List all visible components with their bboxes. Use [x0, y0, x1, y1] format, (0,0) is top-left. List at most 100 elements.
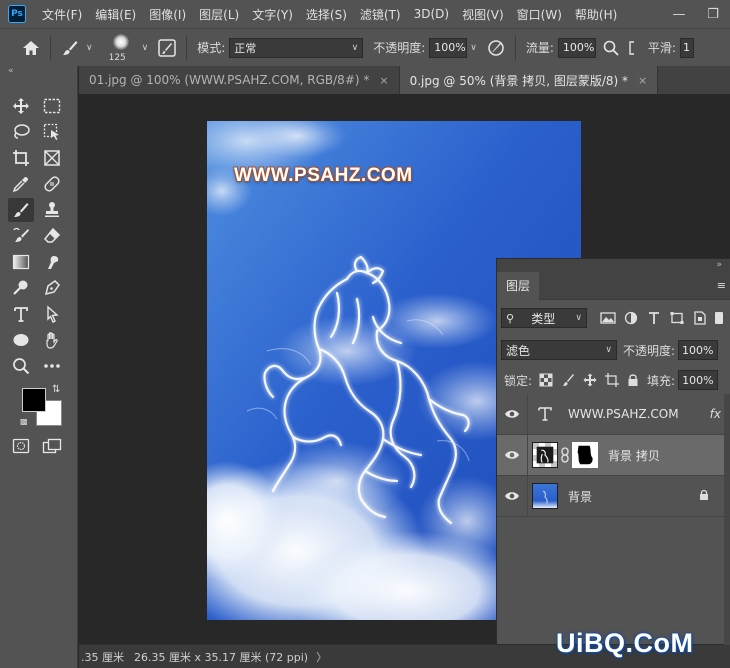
- type-tool[interactable]: [8, 302, 34, 326]
- panel-menu-icon[interactable]: ≡: [717, 279, 726, 292]
- menu-select[interactable]: 选择(S): [306, 6, 347, 23]
- menu-filter[interactable]: 滤镜(T): [360, 6, 401, 23]
- clone-stamp-tool[interactable]: [39, 198, 65, 222]
- chevron-down-icon[interactable]: ∨: [86, 43, 93, 53]
- minimize-button[interactable]: —: [662, 0, 696, 28]
- ellipse-tool[interactable]: [8, 328, 34, 352]
- lock-position-icon[interactable]: [583, 373, 597, 387]
- status-menu-arrow[interactable]: 〉: [316, 649, 327, 665]
- gradient-tool[interactable]: [8, 250, 34, 274]
- layers-scrollbar[interactable]: [724, 394, 730, 645]
- healing-brush-tool[interactable]: [39, 172, 65, 196]
- layer-list: WWW.PSAHZ.COM fx 背景 拷贝 背景: [497, 393, 725, 517]
- close-icon[interactable]: ×: [638, 74, 647, 87]
- crop-tool[interactable]: [8, 146, 34, 170]
- filter-toggle-icon[interactable]: [714, 311, 724, 325]
- smudge-tool[interactable]: [39, 250, 65, 274]
- collapse-panel-icon[interactable]: «: [0, 66, 77, 78]
- lasso-tool[interactable]: [8, 120, 34, 144]
- screen-mode-icon[interactable]: [42, 438, 62, 454]
- brush-size-picker[interactable]: 125: [105, 31, 139, 65]
- hand-tool[interactable]: [39, 328, 65, 352]
- layer-mask-thumbnail[interactable]: [572, 442, 598, 468]
- foreground-color-swatch[interactable]: [22, 388, 46, 412]
- history-brush-tool[interactable]: [8, 224, 34, 248]
- blend-mode-select[interactable]: 滤色 ∨: [501, 340, 617, 360]
- layer-row-background[interactable]: 背景: [497, 475, 725, 517]
- collapse-panel-icon[interactable]: »: [497, 259, 730, 272]
- dodge-tool[interactable]: [8, 276, 34, 300]
- restore-button[interactable]: ❐: [696, 0, 730, 28]
- menu-edit[interactable]: 编辑(E): [95, 6, 136, 23]
- pressure-opacity-button[interactable]: [483, 35, 509, 61]
- layer-visibility-toggle[interactable]: [497, 491, 527, 501]
- fill-input[interactable]: 100%: [678, 370, 719, 390]
- menu-file[interactable]: 文件(F): [42, 6, 82, 23]
- smoothing-options-button[interactable]: [624, 35, 640, 61]
- bandage-icon: [44, 176, 60, 192]
- pen-tool[interactable]: [39, 276, 65, 300]
- chevron-down-icon: ∨: [575, 313, 582, 323]
- brush-tip-preview: [112, 33, 129, 50]
- flow-input[interactable]: 100%: [557, 37, 596, 58]
- layer-row-masked[interactable]: 背景 拷贝: [497, 434, 725, 476]
- shape-filter-icon[interactable]: [668, 311, 686, 325]
- eraser-tool[interactable]: [39, 224, 65, 248]
- brush-settings-toggle[interactable]: [154, 35, 180, 61]
- smart-object-filter-icon[interactable]: [691, 311, 709, 325]
- lock-all-icon[interactable]: [627, 373, 639, 387]
- chevron-down-icon[interactable]: ∨: [470, 43, 477, 53]
- brush-tool[interactable]: [8, 198, 34, 222]
- move-tool[interactable]: [8, 94, 34, 118]
- default-colors-icon[interactable]: ▩: [20, 417, 28, 426]
- layer-row-text[interactable]: WWW.PSAHZ.COM fx: [497, 393, 725, 435]
- layer-visibility-toggle[interactable]: [497, 409, 527, 419]
- menu-image[interactable]: 图像(I): [149, 6, 186, 23]
- swap-colors-icon[interactable]: ⇅: [52, 384, 60, 395]
- object-select-icon: [43, 123, 59, 140]
- tab-document-1[interactable]: 01.jpg @ 100% (WWW.PSAHZ.COM, RGB/8#) * …: [79, 66, 400, 94]
- layer-filter-select[interactable]: ⚲ 类型 ∨: [501, 308, 587, 328]
- close-icon[interactable]: ×: [379, 74, 388, 87]
- frame-tool[interactable]: [39, 146, 65, 170]
- menu-window[interactable]: 窗口(W): [517, 6, 562, 23]
- image-filter-icon[interactable]: [599, 311, 617, 325]
- tab-document-2[interactable]: 0.jpg @ 50% (背景 拷贝, 图层蒙版/8) * ×: [399, 66, 659, 94]
- marquee-tool[interactable]: [39, 94, 65, 118]
- tab-label: 01.jpg @ 100% (WWW.PSAHZ.COM, RGB/8#) *: [89, 73, 370, 87]
- menu-layer[interactable]: 图层(L): [199, 6, 239, 23]
- menu-3d[interactable]: 3D(D): [414, 7, 449, 21]
- link-chain-icon[interactable]: [560, 447, 570, 463]
- window-controls: — ❐: [662, 0, 730, 28]
- blend-mode-value: 滤色: [506, 343, 531, 358]
- tab-layers[interactable]: 图层: [497, 271, 540, 300]
- text-filter-icon[interactable]: [645, 311, 663, 325]
- layer-opacity-input[interactable]: 100%: [678, 340, 719, 360]
- object-selection-tool[interactable]: [39, 120, 65, 144]
- lock-transparent-pixels-icon[interactable]: [539, 373, 553, 387]
- bracket-icon: [629, 40, 634, 55]
- chevron-down-icon[interactable]: ∨: [142, 43, 149, 53]
- menu-view[interactable]: 视图(V): [462, 6, 504, 23]
- airbrush-button[interactable]: [598, 35, 624, 61]
- home-button[interactable]: [18, 35, 44, 61]
- menu-type[interactable]: 文字(Y): [252, 6, 293, 23]
- layer-effects-icon[interactable]: fx: [710, 407, 721, 421]
- menu-help[interactable]: 帮助(H): [575, 6, 617, 23]
- path-selection-tool[interactable]: [39, 302, 65, 326]
- lock-artboard-icon[interactable]: [605, 373, 620, 387]
- zoom-tool[interactable]: [8, 354, 34, 378]
- eraser-icon: [43, 227, 61, 243]
- more-tools-button[interactable]: [39, 354, 65, 378]
- mode-select[interactable]: 正常 ∨: [229, 37, 364, 58]
- adjustment-filter-icon[interactable]: [622, 311, 640, 325]
- crop-icon: [13, 150, 29, 166]
- layer-visibility-toggle[interactable]: [497, 450, 527, 460]
- lock-image-pixels-icon[interactable]: [561, 373, 575, 387]
- quick-mask-icon[interactable]: [12, 438, 30, 454]
- opacity-input[interactable]: 100%: [429, 37, 468, 58]
- brush-preset-button[interactable]: [57, 35, 83, 61]
- arrow-pointer-icon: [47, 305, 59, 323]
- smoothing-input[interactable]: 1: [679, 37, 694, 58]
- eyedropper-tool[interactable]: [8, 172, 34, 196]
